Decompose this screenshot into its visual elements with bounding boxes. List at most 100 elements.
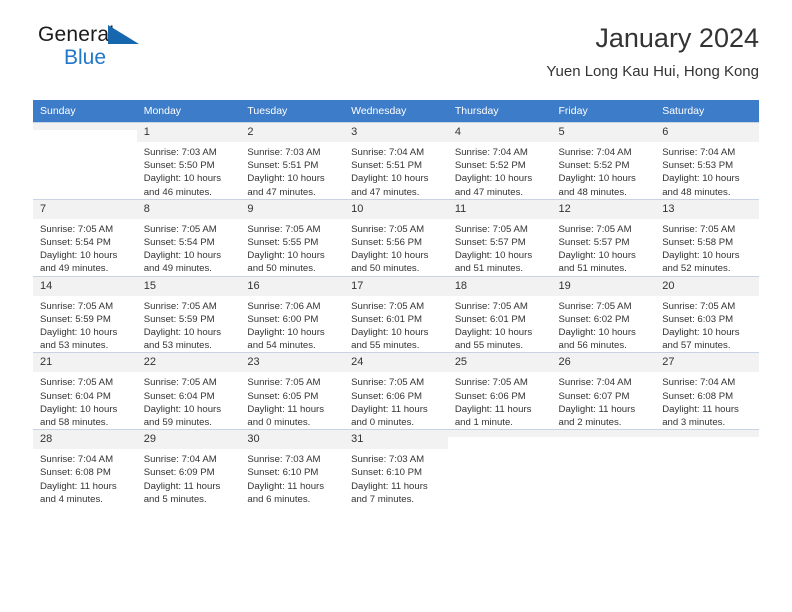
daylight-text-line2: and 58 minutes. bbox=[40, 417, 109, 429]
daylight-text-line2: and 51 minutes. bbox=[558, 263, 627, 275]
page-subtitle: Yuen Long Kau Hui, Hong Kong bbox=[546, 63, 759, 80]
day-cell[interactable]: 17 Sunrise: 7:05 AM Sunset: 6:01 PM Dayl… bbox=[344, 275, 448, 353]
daylight-text-line1: Daylight: 11 hours bbox=[247, 480, 325, 492]
calendar-table: Sunday Monday Tuesday Wednesday Thursday… bbox=[33, 100, 759, 507]
sunset-text: Sunset: 6:05 PM bbox=[247, 390, 319, 402]
sunrise-text: Sunrise: 7:04 AM bbox=[454, 147, 528, 158]
day-cell[interactable]: 13 Sunrise: 7:05 AM Sunset: 5:58 PM Dayl… bbox=[655, 198, 759, 277]
sunrise-text: Sunrise: 7:05 AM bbox=[454, 377, 528, 389]
day-cell[interactable]: 24 Sunrise: 7:05 AM Sunset: 6:06 PM Dayl… bbox=[344, 352, 448, 430]
calendar-page: General Blue January 2024 Yuen Long Kau … bbox=[0, 0, 792, 612]
day-info: Sunrise: 7:05 AM Sunset: 5:57 PM Dayligh… bbox=[448, 219, 552, 276]
daylight-text-line2: and 0 minutes. bbox=[247, 417, 311, 429]
sunrise-text: Sunrise: 7:06 AM bbox=[247, 300, 321, 312]
daylight-text-line1: Daylight: 11 hours bbox=[40, 480, 117, 492]
daylight-text-line1: Daylight: 10 hours bbox=[558, 250, 636, 262]
day-number: 11 bbox=[447, 199, 552, 219]
day-number: 29 bbox=[136, 430, 241, 450]
daylight-text-line1: Daylight: 10 hours bbox=[454, 327, 533, 339]
day-info: Sunrise: 7:03 AM Sunset: 6:10 PM Dayligh… bbox=[240, 449, 344, 506]
sunrise-text: Sunrise: 7:04 AM bbox=[40, 454, 114, 466]
day-number: 9 bbox=[240, 199, 345, 219]
sunset-text: Sunset: 5:58 PM bbox=[662, 237, 734, 249]
sunrise-text: Sunrise: 7:05 AM bbox=[558, 300, 632, 312]
day-cell[interactable]: 25 Sunrise: 7:05 AM Sunset: 6:06 PM Dayl… bbox=[447, 352, 552, 430]
day-number: 26 bbox=[551, 353, 656, 373]
sunset-text: Sunset: 6:04 PM bbox=[40, 390, 111, 402]
daylight-text-line1: Daylight: 10 hours bbox=[558, 173, 636, 185]
daylight-text-line1: Daylight: 10 hours bbox=[454, 250, 533, 262]
day-cell[interactable]: 28 Sunrise: 7:04 AM Sunset: 6:08 PM Dayl… bbox=[33, 429, 137, 507]
day-cell[interactable]: 31 Sunrise: 7:03 AM Sunset: 6:10 PM Dayl… bbox=[344, 429, 448, 507]
daylight-text-line1: Daylight: 11 hours bbox=[454, 403, 532, 415]
day-info: Sunrise: 7:05 AM Sunset: 6:05 PM Dayligh… bbox=[240, 372, 344, 429]
daylight-text-line1: Daylight: 10 hours bbox=[40, 250, 118, 262]
day-cell[interactable]: 7 Sunrise: 7:05 AM Sunset: 5:54 PM Dayli… bbox=[33, 198, 137, 277]
day-cell-empty bbox=[447, 429, 552, 507]
daylight-text-line1: Daylight: 11 hours bbox=[351, 480, 428, 492]
day-info: Sunrise: 7:04 AM Sunset: 6:09 PM Dayligh… bbox=[137, 449, 241, 506]
daylight-text-line2: and 59 minutes. bbox=[143, 417, 212, 429]
sunrise-text: Sunrise: 7:05 AM bbox=[40, 377, 114, 389]
daylight-text-line2: and 52 minutes. bbox=[662, 263, 731, 275]
day-cell[interactable]: 4 Sunrise: 7:04 AM Sunset: 5:52 PM Dayli… bbox=[447, 122, 552, 200]
sunrise-text: Sunrise: 7:03 AM bbox=[247, 147, 321, 158]
daylight-text-line2: and 55 minutes. bbox=[351, 340, 420, 352]
daylight-text-line1: Daylight: 11 hours bbox=[247, 403, 325, 415]
sunset-text: Sunset: 6:04 PM bbox=[143, 390, 215, 402]
daylight-text-line2: and 6 minutes. bbox=[247, 493, 311, 505]
day-cell[interactable]: 15 Sunrise: 7:05 AM Sunset: 5:59 PM Dayl… bbox=[136, 275, 241, 353]
day-cell[interactable]: 12 Sunrise: 7:05 AM Sunset: 5:57 PM Dayl… bbox=[551, 198, 656, 277]
daylight-text-line1: Daylight: 11 hours bbox=[558, 403, 636, 415]
day-number: 3 bbox=[344, 123, 448, 142]
daylight-text-line1: Daylight: 10 hours bbox=[143, 403, 222, 415]
daylight-text-line2: and 55 minutes. bbox=[454, 340, 524, 352]
day-cell[interactable]: 20 Sunrise: 7:05 AM Sunset: 6:03 PM Dayl… bbox=[655, 275, 759, 353]
day-cell[interactable]: 18 Sunrise: 7:05 AM Sunset: 6:01 PM Dayl… bbox=[447, 275, 552, 353]
sunrise-text: Sunrise: 7:04 AM bbox=[662, 147, 736, 158]
day-cell[interactable]: 16 Sunrise: 7:06 AM Sunset: 6:00 PM Dayl… bbox=[240, 275, 345, 353]
daylight-text-line1: Daylight: 10 hours bbox=[662, 173, 740, 185]
sunset-text: Sunset: 5:56 PM bbox=[351, 237, 423, 249]
day-cell[interactable]: 27 Sunrise: 7:04 AM Sunset: 6:08 PM Dayl… bbox=[655, 352, 759, 430]
day-number: 23 bbox=[240, 353, 345, 373]
day-cell-empty bbox=[655, 429, 759, 507]
daylight-text-line2: and 53 minutes. bbox=[40, 340, 109, 352]
day-cell[interactable]: 5 Sunrise: 7:04 AM Sunset: 5:52 PM Dayli… bbox=[551, 122, 656, 200]
calendar-header-row: Sunday Monday Tuesday Wednesday Thursday… bbox=[33, 100, 759, 123]
daylight-text-line1: Daylight: 10 hours bbox=[558, 327, 636, 339]
day-cell[interactable]: 19 Sunrise: 7:05 AM Sunset: 6:02 PM Dayl… bbox=[551, 275, 656, 353]
daylight-text-line2: and 4 minutes. bbox=[40, 493, 103, 505]
sunrise-text: Sunrise: 7:05 AM bbox=[351, 300, 425, 312]
daylight-text-line1: Daylight: 10 hours bbox=[247, 173, 325, 185]
sunset-text: Sunset: 5:52 PM bbox=[558, 160, 630, 172]
day-cell[interactable]: 23 Sunrise: 7:05 AM Sunset: 6:05 PM Dayl… bbox=[240, 352, 345, 430]
day-cell[interactable]: 10 Sunrise: 7:05 AM Sunset: 5:56 PM Dayl… bbox=[344, 198, 448, 277]
sunset-text: Sunset: 6:02 PM bbox=[558, 313, 630, 325]
daylight-text-line2: and 54 minutes. bbox=[247, 340, 316, 352]
sunset-text: Sunset: 6:00 PM bbox=[247, 313, 319, 325]
day-cell[interactable]: 8 Sunrise: 7:05 AM Sunset: 5:54 PM Dayli… bbox=[136, 198, 241, 277]
day-cell[interactable]: 3 Sunrise: 7:04 AM Sunset: 5:51 PM Dayli… bbox=[344, 122, 448, 200]
daylight-text-line1: Daylight: 10 hours bbox=[143, 250, 222, 262]
day-cell[interactable]: 11 Sunrise: 7:05 AM Sunset: 5:57 PM Dayl… bbox=[447, 198, 552, 277]
day-cell[interactable]: 14 Sunrise: 7:05 AM Sunset: 5:59 PM Dayl… bbox=[33, 275, 137, 353]
day-cell[interactable]: 6 Sunrise: 7:04 AM Sunset: 5:53 PM Dayli… bbox=[655, 122, 759, 200]
sunrise-text: Sunrise: 7:05 AM bbox=[40, 300, 114, 312]
sunset-text: Sunset: 5:57 PM bbox=[454, 237, 526, 249]
daylight-text-line2: and 1 minute. bbox=[454, 417, 513, 429]
day-cell[interactable]: 21 Sunrise: 7:05 AM Sunset: 6:04 PM Dayl… bbox=[33, 352, 137, 430]
day-cell-empty bbox=[551, 429, 656, 507]
day-cell[interactable]: 1 Sunrise: 7:03 AM Sunset: 5:50 PM Dayli… bbox=[136, 122, 241, 200]
day-cell[interactable]: 9 Sunrise: 7:05 AM Sunset: 5:55 PM Dayli… bbox=[240, 198, 345, 277]
sunset-text: Sunset: 5:51 PM bbox=[351, 160, 423, 172]
day-cell[interactable]: 2 Sunrise: 7:03 AM Sunset: 5:51 PM Dayli… bbox=[240, 122, 345, 200]
day-cell[interactable]: 30 Sunrise: 7:03 AM Sunset: 6:10 PM Dayl… bbox=[240, 429, 345, 507]
daylight-text-line2: and 47 minutes. bbox=[454, 186, 524, 198]
day-cell[interactable]: 22 Sunrise: 7:05 AM Sunset: 6:04 PM Dayl… bbox=[136, 352, 241, 430]
day-number: 12 bbox=[551, 199, 656, 219]
day-cell[interactable]: 29 Sunrise: 7:04 AM Sunset: 6:09 PM Dayl… bbox=[136, 429, 241, 507]
day-info: Sunrise: 7:04 AM Sunset: 5:52 PM Dayligh… bbox=[552, 142, 656, 199]
general-blue-logo[interactable]: General Blue bbox=[38, 24, 238, 76]
day-cell[interactable]: 26 Sunrise: 7:04 AM Sunset: 6:07 PM Dayl… bbox=[551, 352, 656, 430]
